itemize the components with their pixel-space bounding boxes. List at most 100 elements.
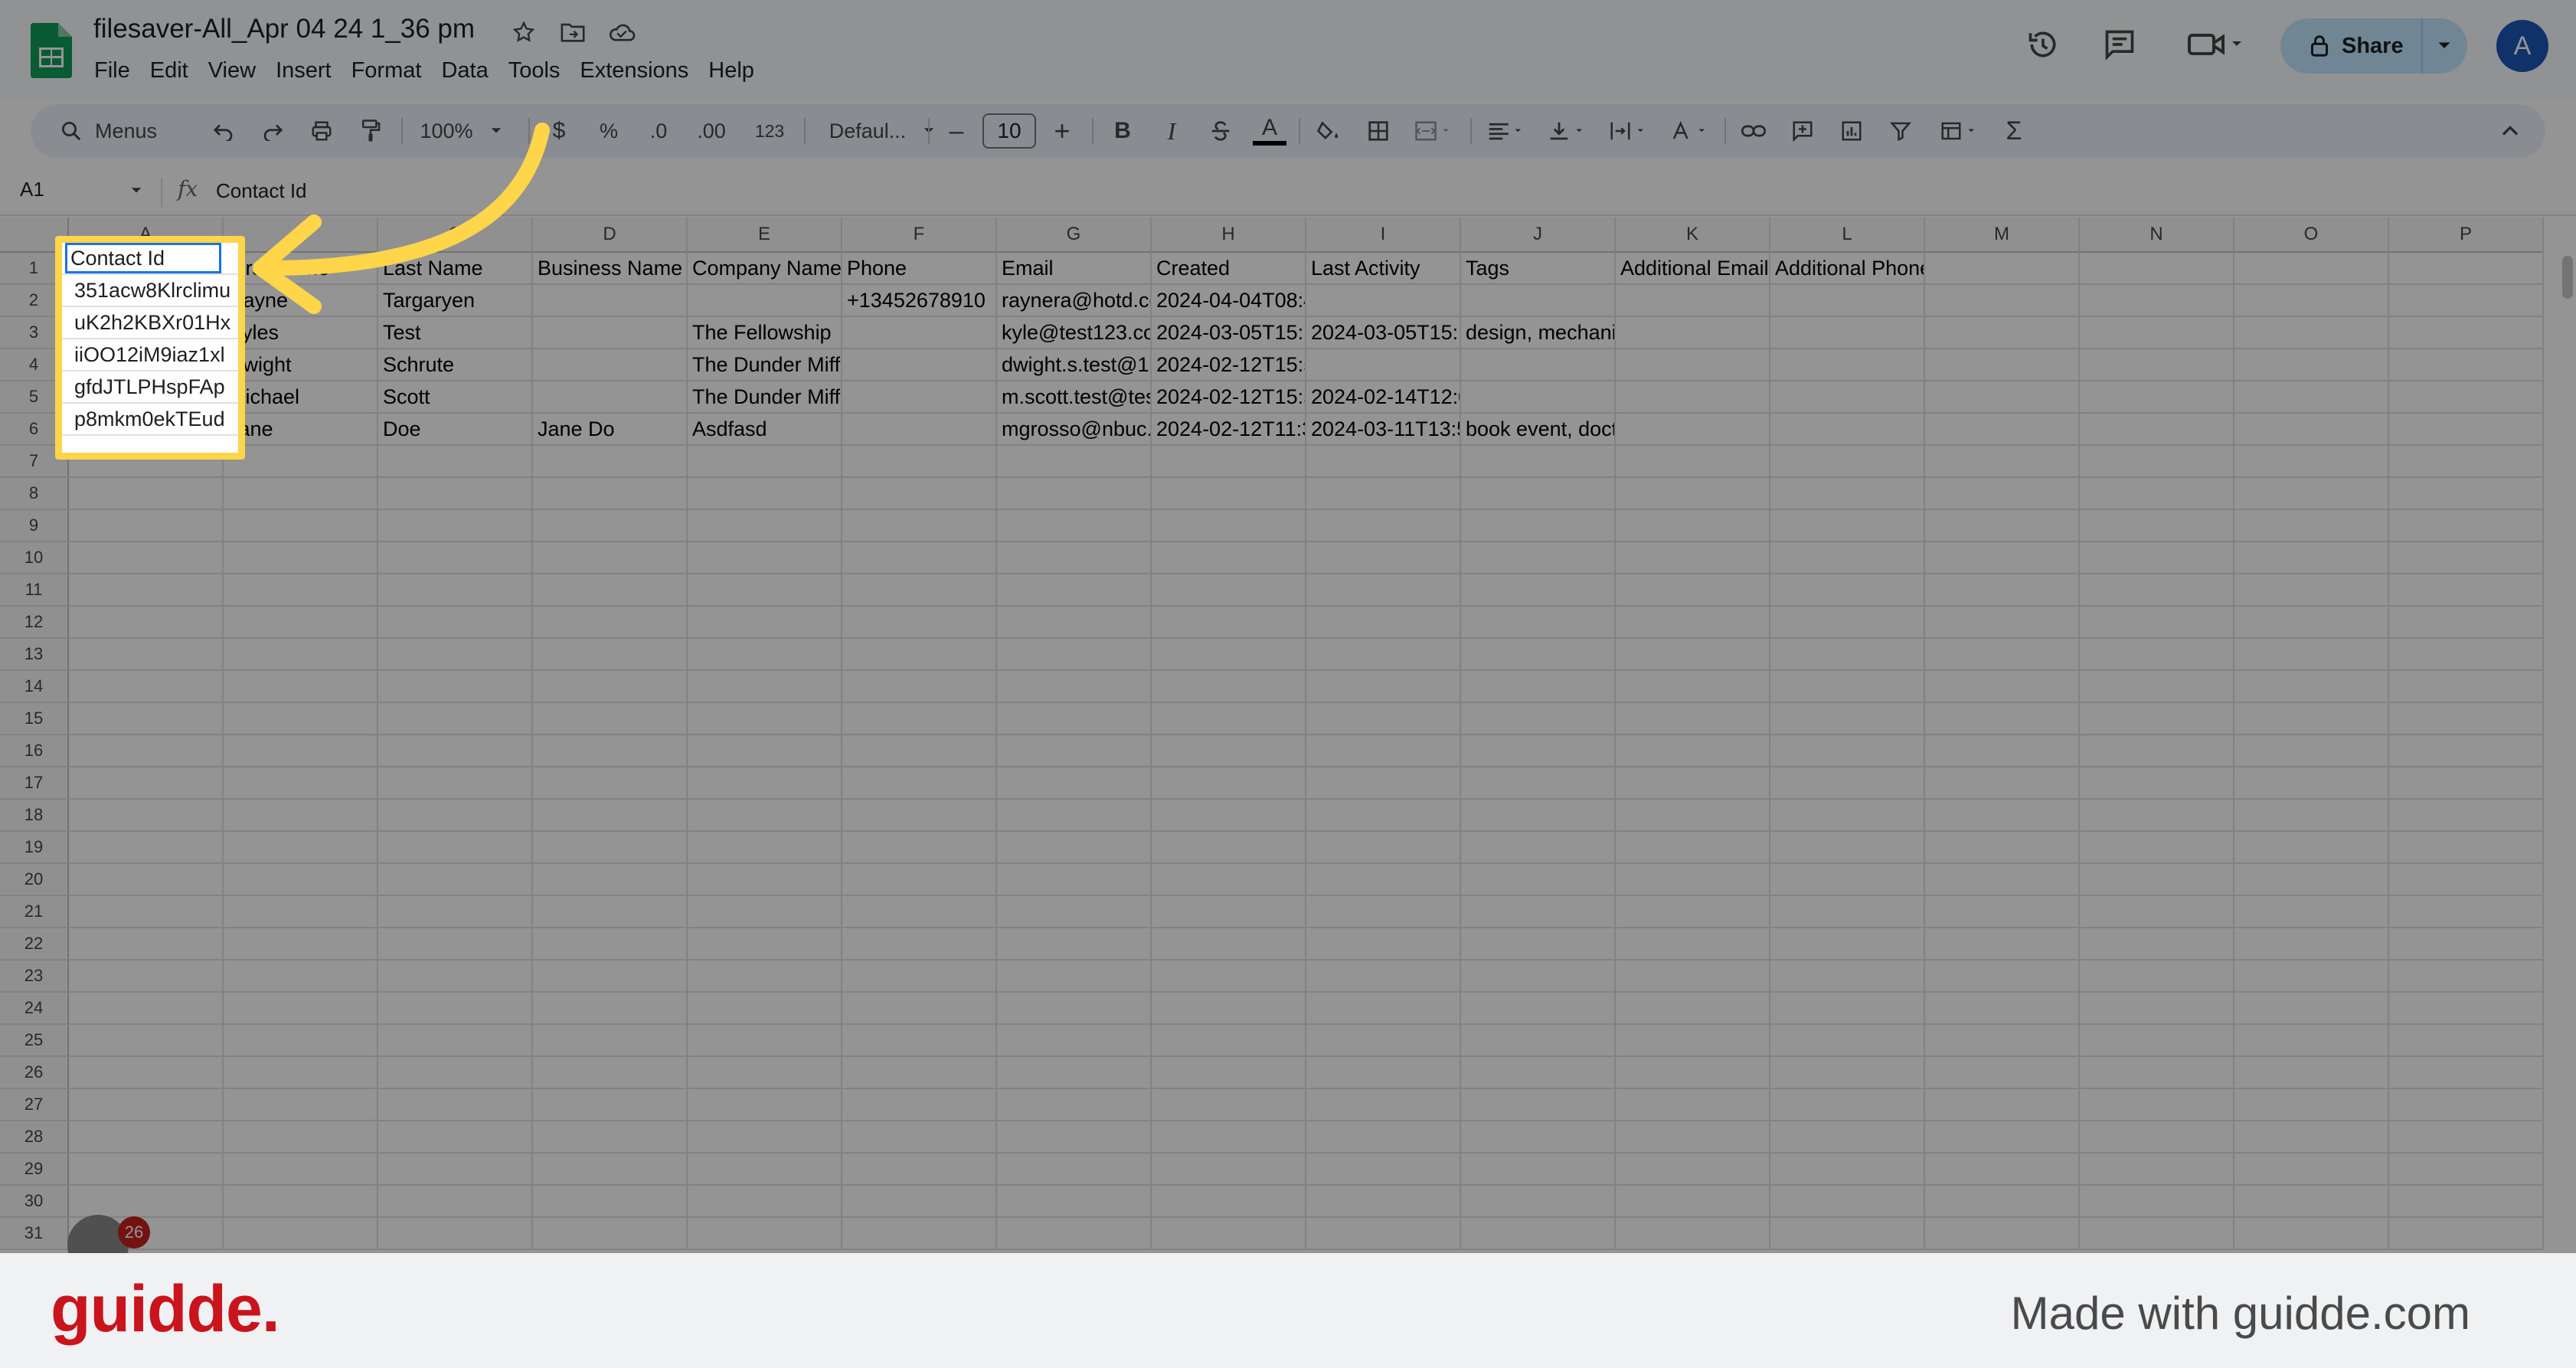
cell-k27[interactable] bbox=[1616, 1089, 1770, 1121]
cell-g7[interactable] bbox=[997, 446, 1152, 478]
cell-j17[interactable] bbox=[1461, 767, 1616, 800]
cell-n30[interactable] bbox=[2080, 1186, 2234, 1218]
cell-o25[interactable] bbox=[2234, 1025, 2389, 1057]
cell-p21[interactable] bbox=[2389, 896, 2544, 928]
cell-g17[interactable] bbox=[997, 767, 1152, 800]
column-header-b[interactable]: B bbox=[224, 218, 378, 253]
cell-m27[interactable] bbox=[1925, 1089, 2080, 1121]
column-header-c[interactable]: C bbox=[378, 218, 533, 253]
cell-d10[interactable] bbox=[533, 542, 688, 574]
cell-n12[interactable] bbox=[2080, 607, 2234, 639]
cell-b30[interactable] bbox=[224, 1186, 378, 1218]
cell-e11[interactable] bbox=[688, 574, 842, 607]
share-main-button[interactable]: Share bbox=[2280, 18, 2423, 74]
cell-d11[interactable] bbox=[533, 574, 688, 607]
cell-k18[interactable] bbox=[1616, 800, 1770, 832]
cell-e15[interactable] bbox=[688, 703, 842, 735]
cell-n7[interactable] bbox=[2080, 446, 2234, 478]
cell-i16[interactable] bbox=[1306, 735, 1461, 767]
cell-j9[interactable] bbox=[1461, 510, 1616, 542]
menu-extensions[interactable]: Extensions bbox=[570, 55, 698, 86]
cell-h15[interactable] bbox=[1152, 703, 1306, 735]
cell-m12[interactable] bbox=[1925, 607, 2080, 639]
cell-l12[interactable] bbox=[1770, 607, 1925, 639]
cell-k16[interactable] bbox=[1616, 735, 1770, 767]
cell-p2[interactable] bbox=[2389, 285, 2544, 317]
cell-h1[interactable]: Created bbox=[1152, 253, 1306, 285]
cell-g27[interactable] bbox=[997, 1089, 1152, 1121]
cell-i22[interactable] bbox=[1306, 928, 1461, 961]
cell-k19[interactable] bbox=[1616, 832, 1770, 864]
cell-c28[interactable] bbox=[378, 1121, 533, 1154]
cell-i9[interactable] bbox=[1306, 510, 1461, 542]
version-history-icon[interactable] bbox=[2022, 23, 2064, 66]
cell-f19[interactable] bbox=[842, 832, 997, 864]
row-header-25[interactable]: 25 bbox=[0, 1025, 69, 1057]
bold-button[interactable]: B bbox=[1103, 104, 1143, 158]
cell-b20[interactable] bbox=[224, 864, 378, 896]
row-header-13[interactable]: 13 bbox=[0, 639, 69, 671]
cell-i18[interactable] bbox=[1306, 800, 1461, 832]
cell-i21[interactable] bbox=[1306, 896, 1461, 928]
cell-f11[interactable] bbox=[842, 574, 997, 607]
cell-h29[interactable] bbox=[1152, 1154, 1306, 1186]
cell-i19[interactable] bbox=[1306, 832, 1461, 864]
cell-k21[interactable] bbox=[1616, 896, 1770, 928]
decrease-font-size-button[interactable]: – bbox=[937, 104, 976, 158]
cell-a16[interactable] bbox=[69, 735, 224, 767]
zoom-select[interactable]: 100% bbox=[407, 104, 515, 158]
cell-i30[interactable] bbox=[1306, 1186, 1461, 1218]
cell-n4[interactable] bbox=[2080, 349, 2234, 381]
cell-o6[interactable] bbox=[2234, 414, 2389, 446]
cell-a30[interactable] bbox=[69, 1186, 224, 1218]
cell-l13[interactable] bbox=[1770, 639, 1925, 671]
merge-cells-icon[interactable] bbox=[1404, 104, 1463, 158]
cell-h5[interactable]: 2024-02-12T15:5 bbox=[1152, 381, 1306, 414]
insert-link-icon[interactable] bbox=[1732, 104, 1775, 158]
cell-f31[interactable] bbox=[842, 1218, 997, 1250]
cell-h6[interactable]: 2024-02-12T11:3 bbox=[1152, 414, 1306, 446]
cell-a27[interactable] bbox=[69, 1089, 224, 1121]
cell-o30[interactable] bbox=[2234, 1186, 2389, 1218]
cell-e20[interactable] bbox=[688, 864, 842, 896]
guidde-logo[interactable]: guidde. bbox=[51, 1271, 280, 1347]
cell-j12[interactable] bbox=[1461, 607, 1616, 639]
menu-edit[interactable]: Edit bbox=[140, 55, 198, 86]
row-header-31[interactable]: 31 bbox=[0, 1218, 69, 1250]
cell-b26[interactable] bbox=[224, 1057, 378, 1089]
cell-n22[interactable] bbox=[2080, 928, 2234, 961]
cell-j20[interactable] bbox=[1461, 864, 1616, 896]
cell-a15[interactable] bbox=[69, 703, 224, 735]
cell-g29[interactable] bbox=[997, 1154, 1152, 1186]
cell-a10[interactable] bbox=[69, 542, 224, 574]
cell-j5[interactable] bbox=[1461, 381, 1616, 414]
cell-g14[interactable] bbox=[997, 671, 1152, 703]
cell-d19[interactable] bbox=[533, 832, 688, 864]
cell-e23[interactable] bbox=[688, 961, 842, 993]
cell-c21[interactable] bbox=[378, 896, 533, 928]
cell-c19[interactable] bbox=[378, 832, 533, 864]
cell-p17[interactable] bbox=[2389, 767, 2544, 800]
cell-o31[interactable] bbox=[2234, 1218, 2389, 1250]
cell-a18[interactable] bbox=[69, 800, 224, 832]
cell-p12[interactable] bbox=[2389, 607, 2544, 639]
cell-k4[interactable] bbox=[1616, 349, 1770, 381]
cell-j8[interactable] bbox=[1461, 478, 1616, 510]
cell-a13[interactable] bbox=[69, 639, 224, 671]
cell-b8[interactable] bbox=[224, 478, 378, 510]
cell-o8[interactable] bbox=[2234, 478, 2389, 510]
cell-f27[interactable] bbox=[842, 1089, 997, 1121]
cell-n20[interactable] bbox=[2080, 864, 2234, 896]
cell-d17[interactable] bbox=[533, 767, 688, 800]
cell-k1[interactable]: Additional Emails bbox=[1616, 253, 1770, 285]
cell-k5[interactable] bbox=[1616, 381, 1770, 414]
cell-a29[interactable] bbox=[69, 1154, 224, 1186]
cell-j16[interactable] bbox=[1461, 735, 1616, 767]
cell-p19[interactable] bbox=[2389, 832, 2544, 864]
cell-h12[interactable] bbox=[1152, 607, 1306, 639]
cell-j19[interactable] bbox=[1461, 832, 1616, 864]
paint-format-icon[interactable] bbox=[348, 104, 394, 158]
cell-l18[interactable] bbox=[1770, 800, 1925, 832]
cell-j29[interactable] bbox=[1461, 1154, 1616, 1186]
row-header-20[interactable]: 20 bbox=[0, 864, 69, 896]
